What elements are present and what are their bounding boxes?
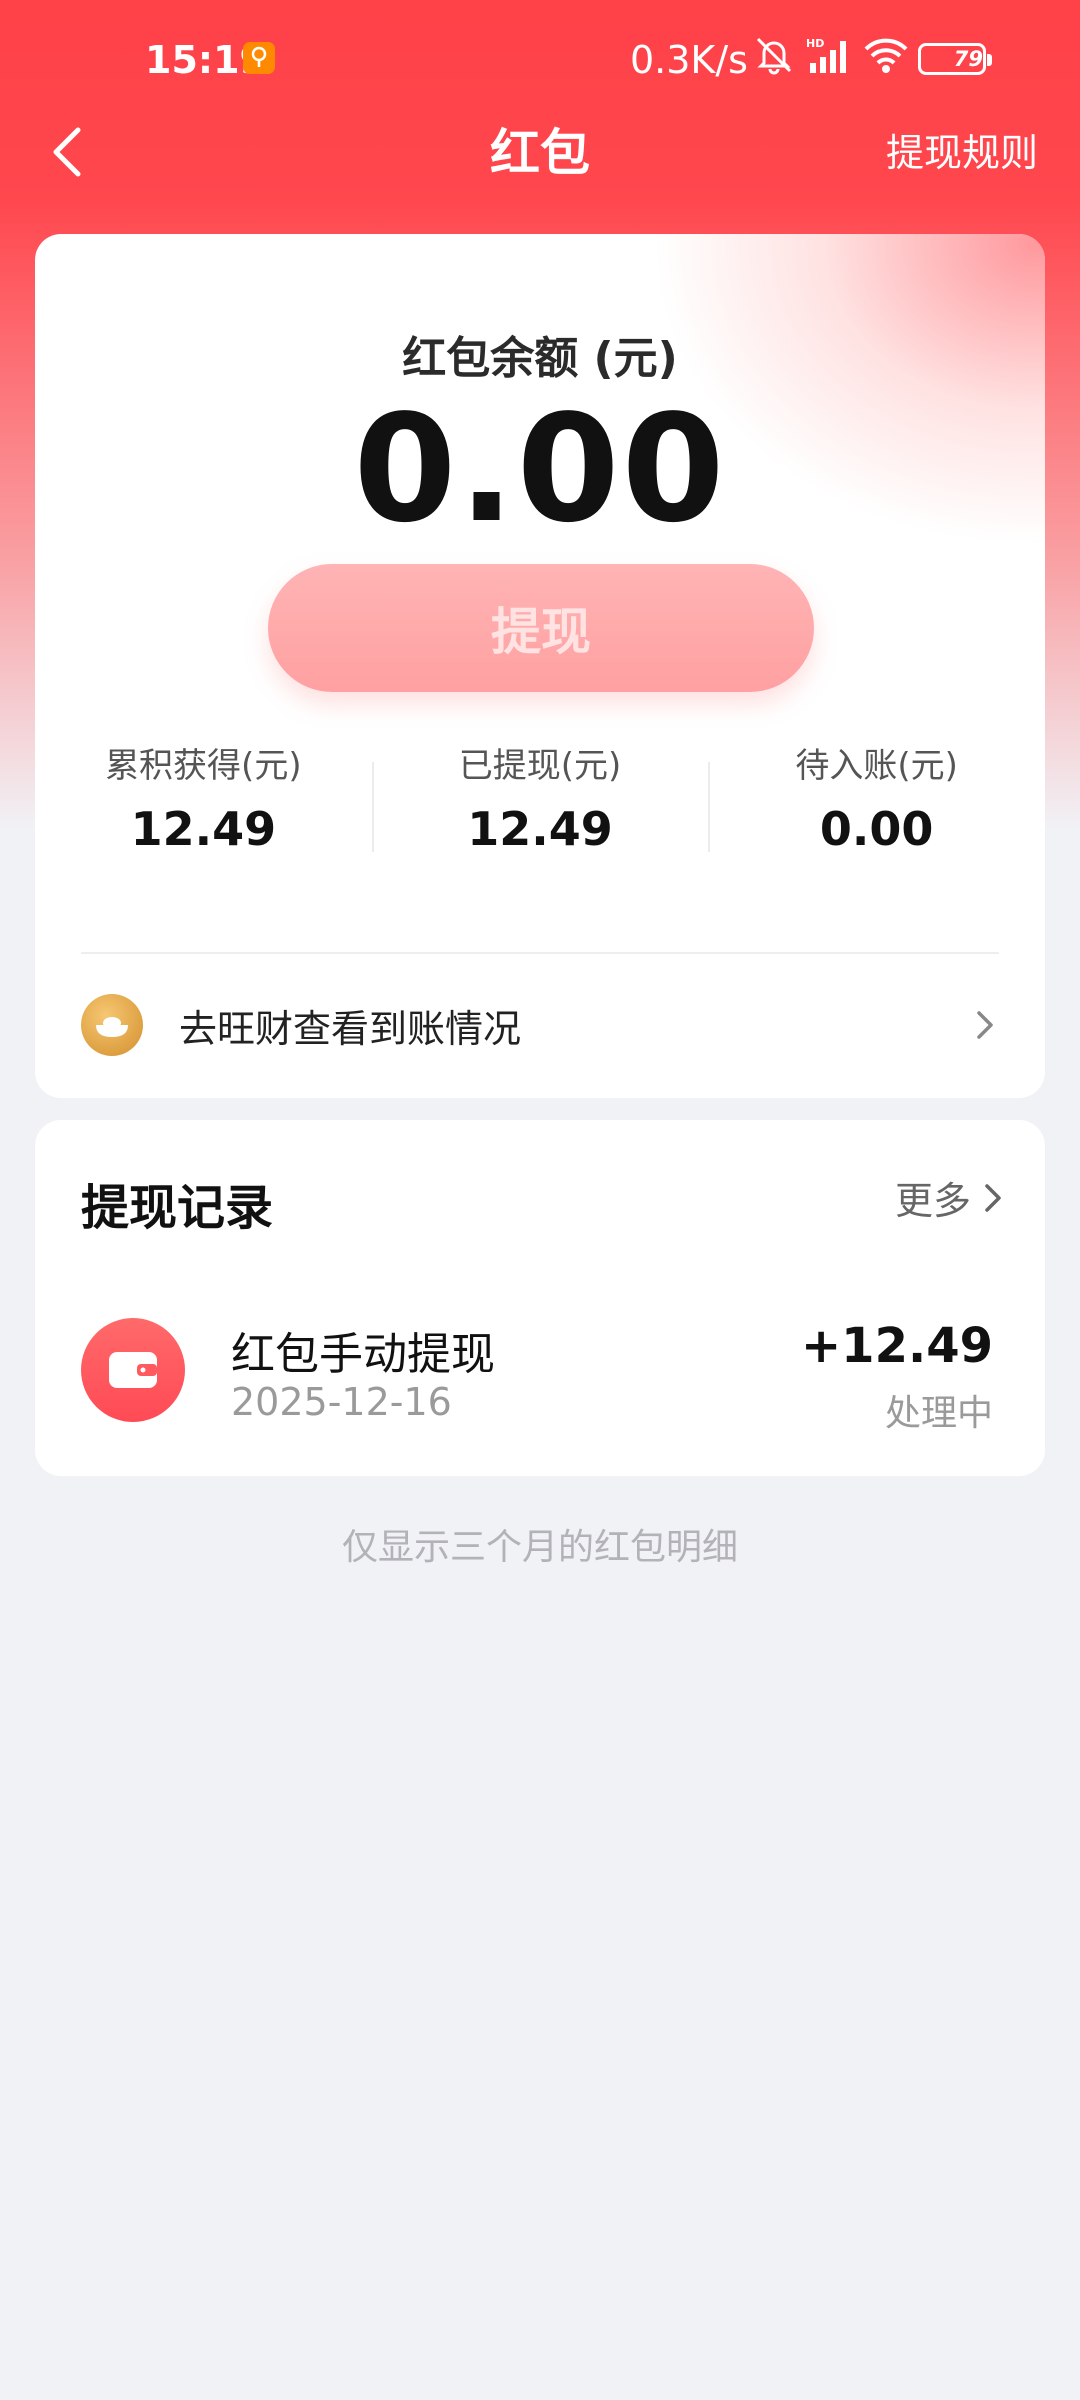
balance-amount: 0.00 — [353, 383, 727, 555]
balance-label: 红包余额 (元) — [402, 333, 678, 384]
stat-total-earned: 累积获得(元) 12.49 — [35, 744, 372, 856]
wallet-icon — [81, 1318, 185, 1422]
stat-pending: 待入账(元) 0.00 — [708, 744, 1045, 856]
status-bar: 15:19 0.3K/s HD 79 — [0, 0, 1080, 120]
more-records-button[interactable]: 更多 — [895, 1170, 1005, 1225]
balance-card: 红包余额 (元) 0.00 提现 累积获得(元) 12.49 已提现(元) 12… — [35, 234, 1045, 1098]
silent-bell-icon — [752, 35, 796, 84]
stat-withdrawn: 已提现(元) 12.49 — [371, 744, 709, 856]
stat-value: 12.49 — [130, 802, 277, 856]
record-name: 红包手动提现 — [231, 1329, 495, 1380]
list-item[interactable]: 红包手动提现 2025-12-16 +12.49 处理中 — [81, 1318, 993, 1438]
account-status-link[interactable]: 去旺财查看到账情况 — [81, 990, 999, 1060]
battery-icon: 79 — [918, 43, 992, 75]
chevron-right-icon — [985, 1183, 1001, 1212]
more-label: 更多 — [894, 1179, 971, 1223]
account-status-text: 去旺财查看到账情况 — [179, 1006, 522, 1051]
notification-app-icon — [243, 42, 275, 74]
network-speed: 0.3K/s — [630, 38, 748, 82]
stat-label: 已提现(元) — [458, 746, 622, 786]
records-title: 提现记录 — [81, 1180, 274, 1236]
signal-icon: HD — [804, 35, 854, 84]
footer-note: 仅显示三个月的红包明细 — [341, 1527, 738, 1568]
svg-text:HD: HD — [806, 37, 824, 50]
chevron-right-icon — [977, 1011, 993, 1039]
stat-value: 0.00 — [819, 802, 934, 856]
gold-ingot-icon — [81, 994, 143, 1056]
record-amount: +12.49 — [800, 1318, 993, 1374]
stat-label: 待入账(元) — [795, 746, 958, 786]
stat-value: 12.49 — [467, 802, 613, 856]
record-date: 2025-12-16 — [231, 1380, 452, 1424]
wifi-icon — [862, 35, 910, 84]
divider — [81, 952, 999, 954]
withdraw-rules-link[interactable]: 提现规则 — [886, 123, 1038, 183]
withdraw-button[interactable]: 提现 — [268, 564, 814, 692]
withdraw-records-card: 提现记录 更多 红包手动提现 2025-12-16 +12.49 处理中 — [35, 1120, 1045, 1476]
battery-level: 79 — [953, 47, 983, 71]
stat-label: 累积获得(元) — [105, 746, 302, 786]
stats-row: 累积获得(元) 12.49 已提现(元) 12.49 待入账(元) 0.00 — [35, 744, 1045, 856]
record-status: 处理中 — [884, 1393, 993, 1434]
